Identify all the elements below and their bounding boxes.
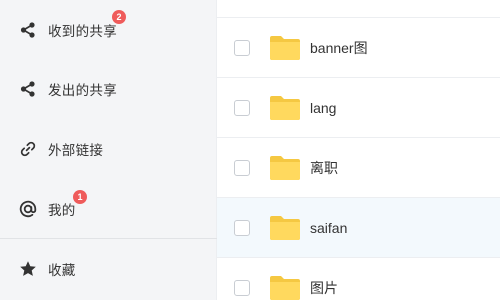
row-checkbox[interactable] <box>234 39 250 56</box>
sidebar-item-favorites[interactable]: 收藏 <box>0 239 217 299</box>
sidebar-item-label: 外部链接 <box>48 143 104 158</box>
row-checkbox[interactable] <box>234 99 250 116</box>
sidebar-item-label: 我的 <box>48 203 76 218</box>
file-name: 离职 <box>310 159 338 176</box>
notification-badge: 2 <box>112 10 126 24</box>
row-checkbox[interactable] <box>234 280 250 296</box>
file-row[interactable]: lang <box>217 78 500 138</box>
file-name: 图片 <box>310 280 338 296</box>
star-icon <box>18 259 38 279</box>
sidebar-item-label: 收藏 <box>48 263 76 278</box>
sidebar: 收到的共享 2 发出的共享 外部链接 我的 1 收藏 <box>0 0 217 300</box>
at-icon <box>18 199 38 219</box>
share-icon <box>18 20 38 40</box>
file-list: banner图 lang 离职 saifan 图片 <box>217 0 500 300</box>
sidebar-item-label: 发出的共享 <box>48 83 117 98</box>
share-icon <box>18 79 38 99</box>
file-row[interactable] <box>217 0 500 18</box>
row-checkbox[interactable] <box>234 219 250 236</box>
file-name: saifan <box>310 219 348 236</box>
link-icon <box>18 139 38 159</box>
row-checkbox[interactable] <box>234 159 250 176</box>
sidebar-item-sent-shares[interactable]: 发出的共享 <box>0 59 217 119</box>
notification-badge: 1 <box>73 190 87 204</box>
file-name: lang <box>310 99 337 116</box>
file-row[interactable]: saifan <box>217 198 500 258</box>
file-row[interactable]: banner图 <box>217 18 500 78</box>
folder-icon <box>269 155 301 181</box>
sidebar-item-external-links[interactable]: 外部链接 <box>0 119 217 179</box>
folder-icon <box>269 95 301 121</box>
folder-icon <box>269 275 301 301</box>
file-row[interactable]: 离职 <box>217 138 500 198</box>
folder-icon <box>269 0 301 1</box>
file-row[interactable]: 图片 <box>217 258 500 300</box>
sidebar-item-label: 收到的共享 <box>48 24 117 39</box>
folder-icon <box>269 35 301 61</box>
file-name: banner图 <box>310 39 368 56</box>
folder-icon <box>269 215 301 241</box>
sidebar-item-mine[interactable]: 我的 1 <box>0 179 217 239</box>
sidebar-item-received-shares[interactable]: 收到的共享 2 <box>0 0 217 60</box>
